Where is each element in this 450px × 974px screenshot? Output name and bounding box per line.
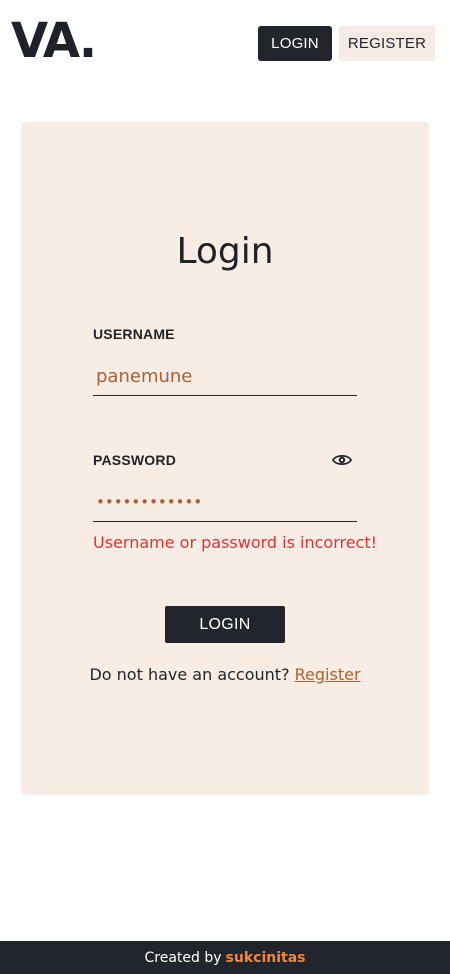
login-card: Login USERNAME panemune PASSWORD •••••••…	[21, 122, 429, 795]
footer-prefix: Created by	[144, 949, 222, 966]
username-label: USERNAME	[93, 326, 175, 342]
footer: Created by sukcinitas	[0, 941, 450, 974]
no-account-line: Do not have an account? Register	[21, 665, 429, 684]
page-title: Login	[176, 231, 274, 272]
eye-icon[interactable]	[332, 453, 352, 467]
nav-login-button[interactable]: LOGIN	[258, 26, 332, 61]
login-submit-button[interactable]: LOGIN	[165, 606, 285, 643]
no-account-text: Do not have an account?	[89, 665, 290, 684]
logo[interactable]: VA.	[11, 13, 97, 69]
username-input[interactable]: panemune	[93, 362, 357, 396]
password-label: PASSWORD	[93, 452, 177, 468]
password-input[interactable]: ••••••••••••	[93, 488, 357, 522]
register-link[interactable]: Register	[295, 665, 361, 684]
footer-author-link[interactable]: sukcinitas	[226, 950, 306, 966]
header: VA. LOGIN REGISTER	[0, 0, 450, 88]
error-message: Username or password is incorrect!	[93, 533, 378, 552]
nav-register-button[interactable]: REGISTER	[339, 26, 435, 61]
